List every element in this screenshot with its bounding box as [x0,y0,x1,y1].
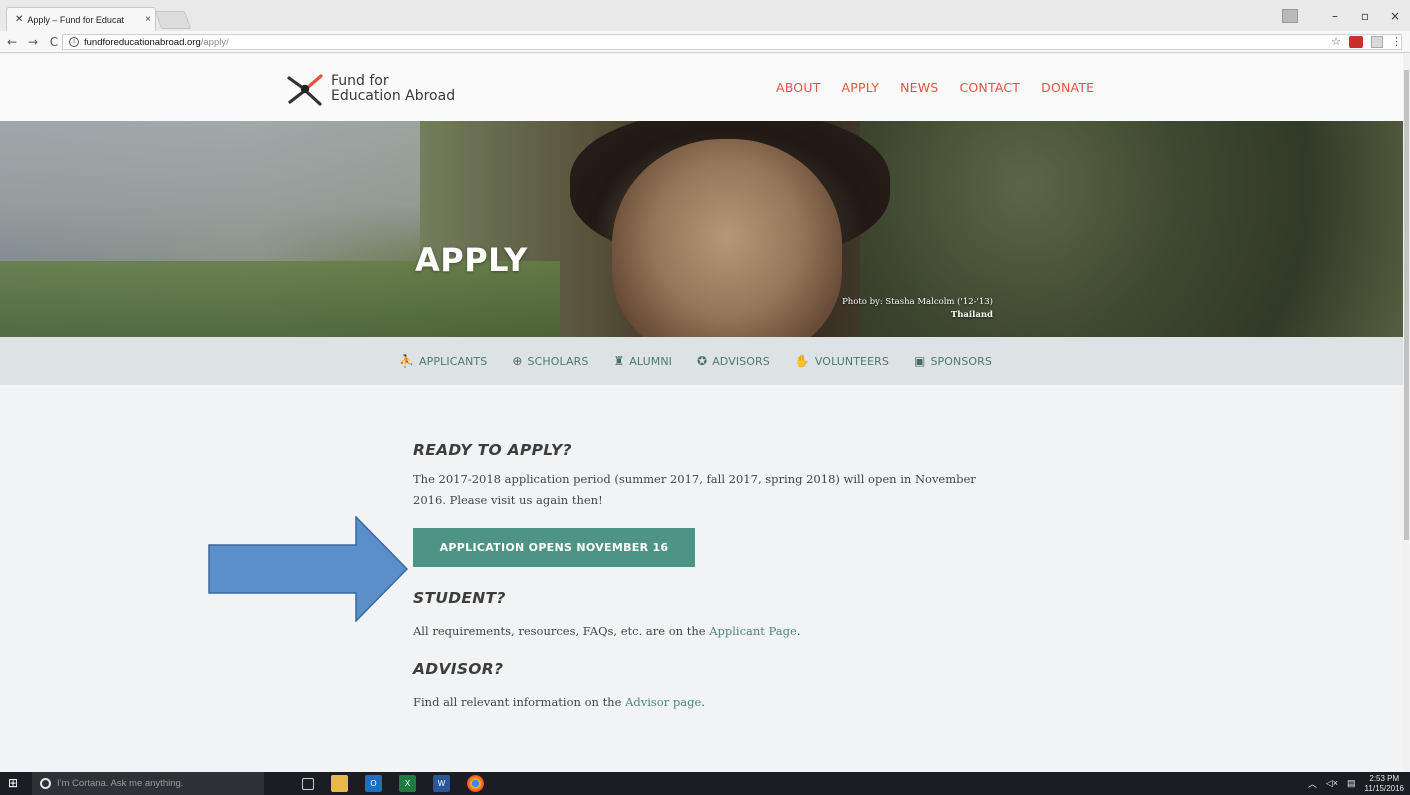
toolbar-right: ☆ ⋮ [1331,35,1402,48]
subnav-label: VOLUNTEERS [814,354,889,368]
subnav-advisors[interactable]: ✪ ADVISORS [697,354,770,368]
people-icon: ⛹ [398,354,415,368]
system-tray: ︿ ◁× ▤ 2:53 PM 11/15/2016 [1308,772,1404,795]
photo-credit: Photo by: Stasha Malcolm ('12-'13) Thail… [842,296,993,322]
hero-banner: APPLY Photo by: Stasha Malcolm ('12-'13)… [0,121,1403,337]
nav-about[interactable]: ABOUT [776,80,821,95]
cortana-placeholder: I'm Cortana. Ask me anything. [57,778,184,789]
nav-donate[interactable]: DONATE [1041,80,1094,95]
taskbar-apps: O X W [302,775,484,792]
browser-nav-buttons: ← → C [6,34,60,50]
student-text-start: All requirements, resources, FAQs, etc. … [413,624,710,638]
gift-icon: ▣ [913,354,926,368]
site-logo[interactable]: Fund for Education Abroad [287,72,455,106]
web-page: Fund for Education Abroad ABOUT APPLY NE… [0,54,1403,772]
maximize-button[interactable]: ▫ [1350,9,1380,23]
subnav-label: SPONSORS [930,354,993,368]
photo-credit-line: Photo by: Stasha Malcolm ('12-'13) [842,297,993,307]
application-opens-button[interactable]: APPLICATION OPENS NOVEMBER 16 [413,528,695,567]
close-window-button[interactable]: × [1380,9,1410,23]
main-content: READY TO APPLY? The 2017-2018 applicatio… [413,385,1003,713]
site-header: Fund for Education Abroad ABOUT APPLY NE… [0,54,1403,121]
tab-title: Apply – Fund for Educat [27,14,124,25]
advisor-text-end: . [701,695,705,709]
bookmark-star-icon[interactable]: ☆ [1331,35,1341,48]
advisor-text: Find all relevant information on the Adv… [413,692,1003,713]
advisor-page-link[interactable]: Advisor page [625,695,701,709]
url-path: /apply/ [200,36,229,48]
main-nav: ABOUT APPLY NEWS CONTACT DONATE [776,80,1094,95]
forward-icon[interactable]: → [27,34,39,50]
url-input[interactable]: i fundforeducationabroad.org /apply/ [62,34,1402,50]
windows-start-icon[interactable]: ⊞ [8,777,21,790]
subnav-label: ADVISORS [712,354,770,368]
reload-icon[interactable]: C [48,34,60,50]
new-tab-button[interactable] [154,11,192,29]
handshake-icon: ✪ [697,354,708,368]
scrollbar-thumb[interactable] [1404,70,1409,540]
nav-news[interactable]: NEWS [900,80,938,95]
student-text-end: . [796,624,801,638]
annotation-arrow-icon [208,516,408,622]
logo-line-1: Fund for [331,73,389,89]
hand-icon: ✋ [794,354,810,368]
excel-icon[interactable]: X [399,775,416,792]
globe-icon: ⊕ [512,354,523,368]
clock-time: 2:53 PM [1369,773,1400,783]
browser-titlebar: ✕ Apply – Fund for Educat × – ▫ × [0,0,1410,31]
ready-text: The 2017-2018 application period (summer… [413,472,976,507]
file-explorer-icon[interactable] [331,775,348,792]
ready-heading: READY TO APPLY? [413,441,572,459]
cortana-search[interactable]: I'm Cortana. Ask me anything. [32,772,264,795]
url-host: fundforeducationabroad.org [84,36,201,48]
profile-icon[interactable] [1282,8,1298,23]
page-scrollbar[interactable] [1403,54,1410,772]
windows-taskbar: ⊞ I'm Cortana. Ask me anything. O X W ︿ … [0,772,1410,795]
logo-figure-icon [287,74,323,106]
nav-apply[interactable]: APPLY [842,80,880,95]
subnav-applicants[interactable]: ⛹ APPLICANTS [399,354,487,368]
outlook-icon[interactable]: O [365,775,382,792]
advisor-text-start: Find all relevant information on the [413,695,626,709]
word-icon[interactable]: W [433,775,450,792]
photo-credit-location: Thailand [950,310,993,320]
tray-chevron-icon[interactable]: ︿ [1308,777,1317,790]
subnav-label: ALUMNI [629,354,673,368]
extension-icon[interactable] [1349,35,1363,48]
notification-icon[interactable]: ▤ [1347,778,1356,789]
cortana-icon [40,778,51,789]
task-view-icon[interactable] [302,777,314,790]
volume-icon[interactable]: ◁× [1326,778,1338,789]
subnav-alumni[interactable]: ♜ ALUMNI [613,354,672,368]
back-icon[interactable]: ← [6,34,18,50]
graduate-icon: ♜ [613,354,625,368]
menu-icon[interactable]: ⋮ [1391,35,1402,48]
extension-2-icon[interactable] [1371,35,1383,48]
taskbar-clock[interactable]: 2:53 PM 11/15/2016 [1365,774,1404,794]
minimize-button[interactable]: – [1320,9,1350,23]
browser-tab[interactable]: ✕ Apply – Fund for Educat × [6,7,156,31]
subnav-label: APPLICANTS [419,354,488,368]
subnav-scholars[interactable]: ⊕ SCHOLARS [512,354,588,368]
applicant-page-link[interactable]: Applicant Page [709,624,797,638]
subnav-volunteers[interactable]: ✋ VOLUNTEERS [795,354,889,368]
subnav-sponsors[interactable]: ▣ SPONSORS [914,354,992,368]
logo-line-2: Education Abroad [331,88,456,104]
clock-date: 11/15/2016 [1364,783,1404,793]
logo-text: Fund for Education Abroad [331,74,455,104]
advisor-heading: ADVISOR? [413,660,504,678]
site-favicon-icon: ✕ [15,14,24,25]
window-controls: – ▫ × [1282,0,1410,31]
hero-overlay [0,121,1403,337]
chrome-icon[interactable] [467,775,484,792]
address-bar: ← → C i fundforeducationabroad.org /appl… [0,31,1410,53]
hero-title: APPLY [415,241,528,279]
audience-subnav: ⛹ APPLICANTS ⊕ SCHOLARS ♜ ALUMNI ✪ ADVIS… [0,337,1403,385]
student-heading: STUDENT? [413,589,506,607]
subnav-label: SCHOLARS [527,354,589,368]
tab-close-icon[interactable]: × [141,14,155,25]
nav-contact[interactable]: CONTACT [959,80,1020,95]
student-text: All requirements, resources, FAQs, etc. … [413,621,1003,642]
site-info-icon[interactable]: i [69,37,79,47]
